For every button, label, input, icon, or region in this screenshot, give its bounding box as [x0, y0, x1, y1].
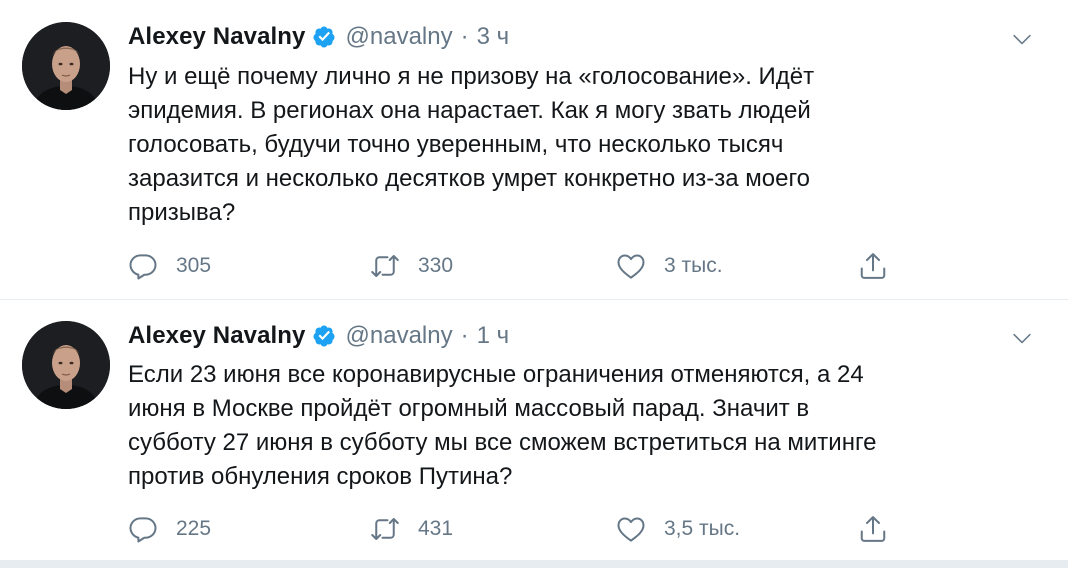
reply-icon	[128, 514, 158, 544]
tweet-text-line: субботу 27 июня в субботу мы все сможем …	[128, 429, 877, 456]
verified-icon	[312, 324, 336, 348]
like-count: 3,5 тыс.	[664, 517, 741, 540]
like-button[interactable]: 3 тыс.	[616, 250, 723, 282]
heart-icon	[616, 251, 646, 281]
retweet-button[interactable]: 431	[370, 513, 453, 545]
tweet-actions: 305 330 3 тыс.	[128, 250, 908, 282]
chevron-down-icon[interactable]	[1008, 329, 1036, 349]
tweet-actions: 225 431 3,5 тыс.	[128, 513, 908, 545]
share-icon	[858, 251, 888, 281]
reply-button[interactable]: 305	[128, 250, 211, 282]
share-button[interactable]	[858, 250, 888, 282]
tweet-header: Alexey Navalny @navalny · 3 ч	[128, 22, 509, 52]
share-button[interactable]	[858, 513, 888, 545]
tweet-text-line: Ну и ещё почему лично я не призову на «г…	[128, 63, 815, 90]
tweet-text: Если 23 июня все коронавирусные ограниче…	[128, 358, 1028, 494]
retweet-count: 431	[418, 517, 454, 540]
author-name[interactable]: Alexey Navalny	[128, 23, 306, 51]
reply-button[interactable]: 225	[128, 513, 211, 545]
tweet-text-line: эпидемия. В регионах она нарастает. Как …	[128, 97, 811, 124]
timestamp[interactable]: 3 ч	[477, 23, 510, 51]
tweet-text: Ну и ещё почему лично я не призову на «г…	[128, 60, 1028, 230]
tweet-text-line: голосовать, будучи точно уверенным, что …	[128, 131, 784, 158]
tweet-text-line: призыва?	[128, 199, 236, 226]
tweet-header: Alexey Navalny @navalny · 1 ч	[128, 321, 509, 351]
author-handle[interactable]: @navalny	[346, 23, 453, 51]
chevron-down-icon[interactable]	[1008, 30, 1036, 50]
tweet-text-line: июня в Москве пройдёт огромный массовый …	[128, 395, 810, 422]
like-button[interactable]: 3,5 тыс.	[616, 513, 740, 545]
author-name[interactable]: Alexey Navalny	[128, 322, 306, 350]
tweet-text-line: заразится и несколько десятков умрет кон…	[128, 165, 811, 192]
avatar[interactable]	[22, 321, 110, 409]
feed-divider	[0, 560, 1068, 568]
verified-icon	[312, 25, 336, 49]
tweet-text-line: Если 23 июня все коронавирусные ограниче…	[128, 361, 864, 388]
reply-icon	[128, 251, 158, 281]
retweet-button[interactable]: 330	[370, 250, 453, 282]
tweet[interactable]: Alexey Navalny @navalny · 1 ч Если 23 ию…	[0, 301, 1068, 560]
retweet-icon	[370, 514, 400, 544]
separator-dot: ·	[460, 23, 469, 50]
timestamp[interactable]: 1 ч	[477, 322, 510, 350]
reply-count: 225	[176, 517, 212, 540]
retweet-count: 330	[418, 254, 454, 277]
tweet[interactable]: Alexey Navalny @navalny · 3 ч Ну и ещё п…	[0, 0, 1068, 300]
author-handle[interactable]: @navalny	[346, 322, 453, 350]
tweet-feed: Alexey Navalny @navalny · 3 ч Ну и ещё п…	[0, 0, 1068, 568]
like-count: 3 тыс.	[664, 254, 723, 277]
avatar[interactable]	[22, 22, 110, 110]
tweet-text-line: против обнуления сроков Путина?	[128, 463, 513, 490]
share-icon	[858, 514, 888, 544]
retweet-icon	[370, 251, 400, 281]
reply-count: 305	[176, 254, 212, 277]
separator-dot: ·	[460, 322, 469, 349]
heart-icon	[616, 514, 646, 544]
